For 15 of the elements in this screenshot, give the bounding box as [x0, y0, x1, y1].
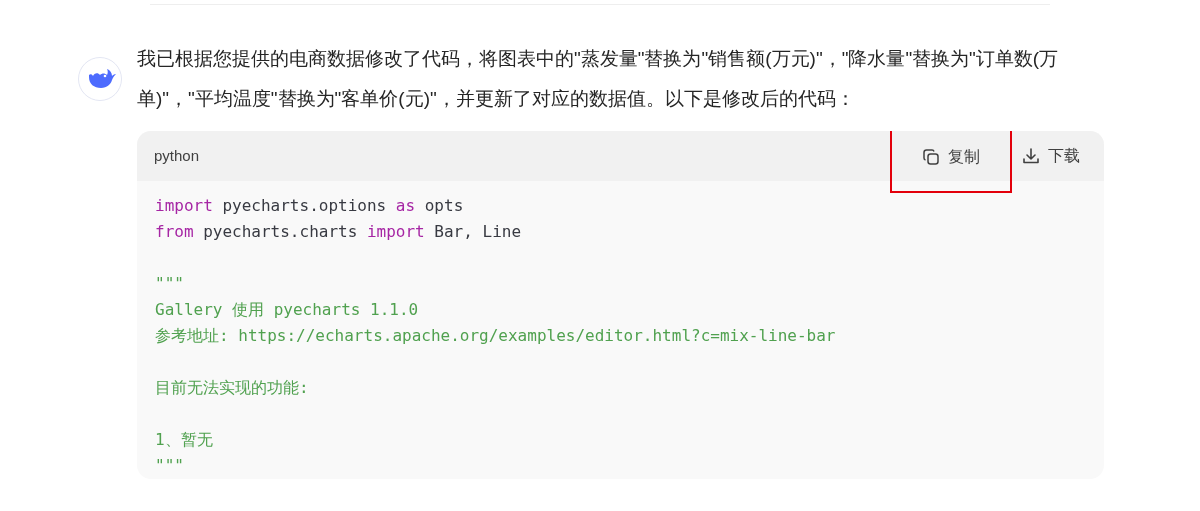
- code-line: import pyecharts.options as opts: [155, 196, 464, 215]
- code-line: """: [155, 274, 184, 293]
- copy-icon: [922, 148, 940, 166]
- language-label: python: [154, 145, 200, 166]
- download-icon: [1022, 147, 1040, 165]
- whale-logo-icon: [78, 57, 122, 101]
- code-line: 1、暂无: [155, 430, 213, 449]
- code-line: 目前无法实现的功能:: [155, 378, 309, 397]
- code-line: 参考地址: https://echarts.apache.org/examples/editor.html?c=mix-line-bar: [155, 326, 836, 345]
- code-line: Gallery 使用 pyecharts 1.1.0: [155, 300, 419, 319]
- code-line: """: [155, 456, 184, 475]
- download-button[interactable]: 下载: [1020, 140, 1082, 172]
- message-text: 我已根据您提供的电商数据修改了代码，将图表中的"蒸发量"替换为"销售额(万元)"，"降水量"替换为"订单数(万单)"，"平均温度"替换为"客单价(元)"，并更新了对应的数据值。以下是修改后的代码：: [137, 47, 1060, 111]
- copy-button[interactable]: 复制: [890, 131, 1012, 193]
- code-line: from pyecharts.charts import Bar, Line: [155, 222, 522, 241]
